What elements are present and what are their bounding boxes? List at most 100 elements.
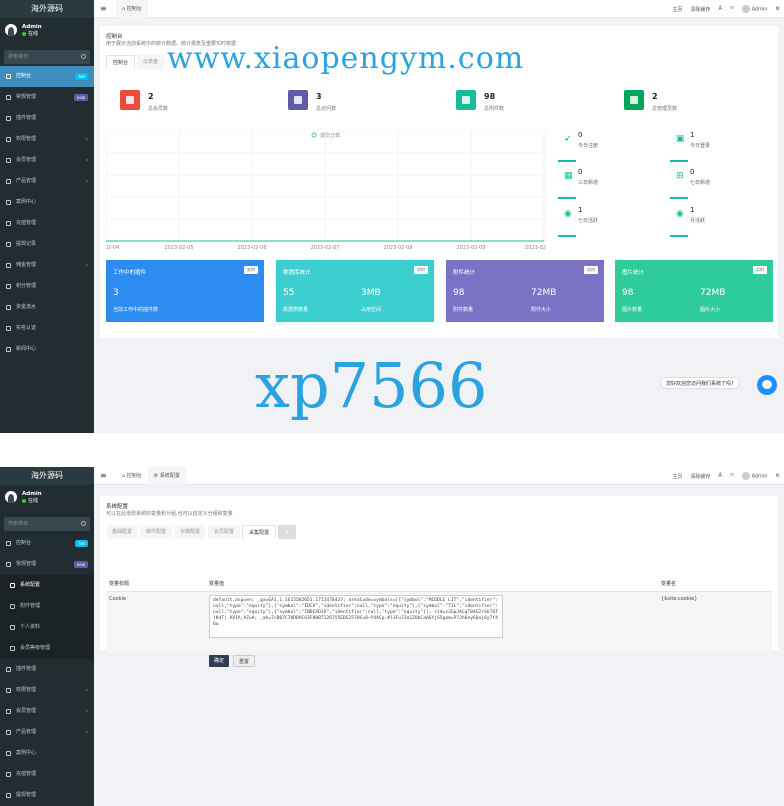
user-circle-icon: ◉: [676, 209, 684, 219]
sidebar-item[interactable]: 提现管理: [0, 785, 94, 806]
sidebar-item[interactable]: 会员等级管理: [0, 638, 94, 659]
sidebar-item-label: 插件管理: [16, 666, 37, 672]
confirm-button[interactable]: 确定: [209, 655, 230, 667]
sidebar-item[interactable]: 充值管理: [0, 213, 94, 234]
online-dot-icon: [22, 31, 26, 36]
card-sub: 当前工作中的插件数: [113, 307, 159, 313]
logo[interactable]: 海外源码: [0, 0, 94, 18]
menu-toggle-icon[interactable]: ≡: [100, 4, 107, 13]
sidebar-item[interactable]: 插件管理: [0, 108, 94, 129]
sidebar-item[interactable]: 常规管理 new: [0, 554, 94, 575]
sidebar-item[interactable]: 实名认证: [0, 318, 94, 339]
tab-dashboard[interactable]: ⌂ 控制台: [116, 0, 148, 18]
underline: [670, 160, 688, 162]
chat-bubble[interactable]: 您好欢迎您访问我们系统了吗?: [660, 377, 740, 389]
tab-basic[interactable]: 基础配置: [106, 525, 139, 539]
tab-dashboard[interactable]: ⌂ 控制台: [116, 467, 148, 485]
chevron-left-icon: ‹: [85, 136, 88, 143]
card-tag: 实时: [244, 266, 258, 274]
home-link[interactable]: 主页: [673, 6, 683, 13]
menu-badge: new: [73, 94, 88, 101]
menu-toggle-icon[interactable]: ≡: [100, 471, 107, 480]
translate-icon[interactable]: Ā: [719, 473, 722, 479]
tab-member[interactable]: 会员配置: [208, 525, 241, 539]
card-sub: 图片数量: [622, 307, 643, 313]
calendar-icon: ▦: [564, 171, 573, 181]
stat-seven-days: ⊞ 0 七日新增: [670, 167, 750, 201]
sidebar-item[interactable]: 积分管理: [0, 276, 94, 297]
stat-label: 三日新增: [578, 180, 599, 186]
tab-dictionary[interactable]: 字典配置: [174, 525, 207, 539]
stat-card-attachments: 98 总附件数: [446, 86, 606, 122]
sidebar-item[interactable]: 会员管理 ‹: [0, 150, 94, 171]
sidebar-item[interactable]: 充值管理: [0, 764, 94, 785]
sidebar-item[interactable]: 提现记录: [0, 234, 94, 255]
menu-icon: [10, 646, 15, 651]
sidebar-item[interactable]: 系统配置: [0, 575, 94, 596]
stat-card-visits: 3 总访问数: [278, 86, 438, 122]
column-header: 变量名: [661, 581, 677, 587]
card-value: 98: [453, 288, 465, 298]
fullscreen-icon[interactable]: ⤧: [730, 6, 734, 12]
sidebar-item[interactable]: 新闻中心: [0, 339, 94, 360]
reset-button[interactable]: 重置: [233, 655, 256, 667]
topbar: ≡ ⌂ 控制台 ⚙ 系统配置 主页 清除缓存 Ā ⤧ Admin ⚙: [94, 467, 784, 485]
clear-cache-button[interactable]: 清除缓存: [691, 6, 711, 13]
avatar: [741, 472, 750, 480]
user-menu[interactable]: Admin: [741, 472, 768, 480]
stat-label: 总管理员数: [652, 106, 678, 112]
orders-line-chart: 成交订单 02-04 2023-02-05 2023-02-06 2023-02…: [106, 131, 546, 251]
sidebar-item-label: 积分管理: [16, 283, 37, 289]
id-card-icon: ▣: [676, 134, 685, 144]
add-tab-button[interactable]: +: [278, 525, 296, 539]
sidebar-item[interactable]: 附件管理: [0, 596, 94, 617]
tab-console[interactable]: 控制台: [106, 55, 136, 69]
column-header: 变量标题: [109, 581, 130, 587]
fullscreen-icon[interactable]: ⤧: [730, 473, 734, 479]
user-menu[interactable]: Admin: [741, 5, 768, 13]
translate-icon[interactable]: Ā: [719, 6, 722, 12]
search-icon[interactable]: [81, 54, 86, 59]
sidebar-item[interactable]: 资金流水: [0, 297, 94, 318]
sidebar-item[interactable]: 产品管理 ‹: [0, 722, 94, 743]
card-sub: 附件大小: [531, 307, 552, 313]
sidebar-item[interactable]: 控制台 hot: [0, 66, 94, 87]
sidebar-item[interactable]: 个人资料: [0, 617, 94, 638]
sidebar-item[interactable]: 权限管理 ‹: [0, 129, 94, 150]
settings-icon[interactable]: ⚙: [776, 6, 780, 12]
tab-email[interactable]: 邮件配置: [140, 525, 173, 539]
x-tick: 02-04: [106, 245, 119, 251]
sidebar-item[interactable]: 佣金管理 ‹: [0, 255, 94, 276]
card-value: 3: [113, 288, 119, 298]
card-value: 55: [283, 288, 295, 298]
logo[interactable]: 海外源码: [0, 467, 94, 485]
magic-wand-icon: [288, 90, 308, 110]
tab-system-config[interactable]: ⚙ 系统配置: [147, 467, 186, 485]
sidebar-search-input[interactable]: 搜索菜单: [4, 517, 90, 531]
settings-icon[interactable]: ⚙: [776, 473, 780, 479]
calendar-plus-icon: ⊞: [676, 171, 684, 181]
sidebar-item[interactable]: 常规管理 new: [0, 87, 94, 108]
sidebar-item[interactable]: 插件管理: [0, 659, 94, 680]
tab-collect[interactable]: 采集配置: [242, 525, 277, 539]
cookie-value-textarea[interactable]: default.asp=en; _ga=GA1.1.1615502051.171…: [209, 595, 503, 638]
sidebar-search-input[interactable]: 搜索菜单: [4, 50, 90, 64]
tab-dashboard-panel[interactable]: 仪表盘: [137, 55, 165, 69]
sidebar-item[interactable]: 产品管理 ‹: [0, 171, 94, 192]
chevron-left-icon: ‹: [85, 262, 88, 269]
sidebar-item[interactable]: 会员管理 ‹: [0, 701, 94, 722]
sidebar-item[interactable]: 案例中心: [0, 192, 94, 213]
chat-icon[interactable]: [757, 375, 777, 395]
topbar-right: 主页 清除缓存 Ā ⤧ Admin ⚙: [673, 467, 780, 485]
clear-cache-button[interactable]: 清除缓存: [691, 473, 711, 480]
menu-icon: [6, 263, 11, 268]
sidebar-item[interactable]: 控制台 hot: [0, 533, 94, 554]
home-link[interactable]: 主页: [673, 473, 683, 480]
watermark-url: www.xiaopengym.com: [167, 41, 525, 76]
search-icon[interactable]: [81, 521, 86, 526]
row-title: Cookie: [109, 596, 126, 602]
sidebar-item[interactable]: 权限管理 ‹: [0, 680, 94, 701]
sidebar-item[interactable]: 案例中心: [0, 743, 94, 764]
sidebar-item-label: 新闻中心: [16, 346, 37, 352]
sidebar-item-label: 会员管理: [16, 708, 37, 714]
